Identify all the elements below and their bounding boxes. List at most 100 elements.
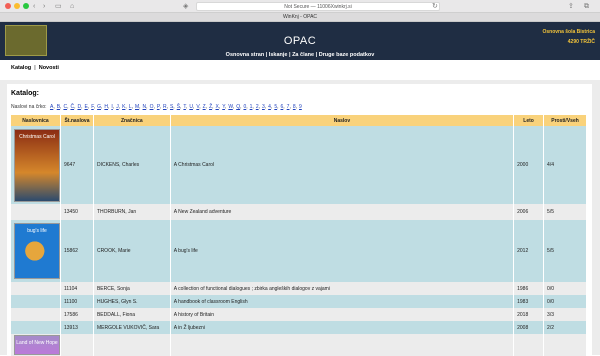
alphabet-link[interactable]: F [91, 104, 94, 110]
reload-icon[interactable]: ↻ [432, 2, 438, 11]
school-place: 4290 TRŽIČ [567, 39, 595, 45]
alphabet-link[interactable]: I [111, 104, 112, 110]
alphabet-link[interactable]: Č [70, 104, 74, 110]
book-cover-text: Christmas Carol [19, 133, 55, 140]
alphabet-link[interactable]: Ž [209, 104, 212, 110]
col-year[interactable]: Leto [513, 115, 545, 126]
alphabet-link[interactable]: Š [177, 104, 180, 110]
table-row[interactable]: Christmas Carol 9647 DICKENS, Charles A Chr… [11, 126, 587, 204]
alphabet-link[interactable]: 7 [287, 104, 290, 110]
alphabet-link[interactable]: S [170, 104, 173, 110]
address-bar[interactable]: Not Secure — 11006Xwinkrj.si [196, 2, 440, 11]
alphabet-link[interactable]: 5 [274, 104, 277, 110]
alphabet-link[interactable]: J [116, 104, 119, 110]
book-title[interactable] [170, 334, 515, 356]
table-row[interactable]: 17586 BEDDALL, Fiona A history of Britain 2… [11, 308, 587, 321]
cover-cell[interactable]: bug's life [11, 220, 61, 282]
book-author: CROOK, Marie [93, 220, 171, 282]
cover-cell[interactable] [11, 321, 61, 334]
cover-cell[interactable] [11, 308, 61, 321]
book-cover-image[interactable]: Land of New Hope [14, 335, 60, 355]
alphabet-link[interactable]: B [57, 104, 60, 110]
table-row[interactable]: 13450 THORBURN, Jan A New Zealand adventur… [11, 204, 587, 220]
cover-cell[interactable]: Land of New Hope [11, 334, 61, 356]
book-cover-image[interactable]: Christmas Carol [14, 128, 60, 202]
book-title[interactable]: A New Zealand adventure [170, 204, 515, 220]
share-icon[interactable]: ⇪ [568, 2, 574, 11]
col-id[interactable]: Št.naslova [60, 115, 94, 126]
alphabet-link[interactable]: R [163, 104, 167, 110]
alphabet-link[interactable]: 9 [299, 104, 302, 110]
tabs-icon[interactable]: ⧉ [584, 2, 589, 11]
col-availability[interactable]: Prosti/Vseh [543, 115, 587, 126]
menu-item-home[interactable]: Osnovna stran [226, 52, 265, 58]
book-author: MERGOLE VUKOVIČ, Sara [93, 321, 171, 334]
alphabet-link[interactable]: V [196, 104, 199, 110]
book-title[interactable]: A handbook of classroom English [170, 295, 515, 308]
browser-tab[interactable]: WinKnj - OPAC [0, 13, 600, 22]
table-row[interactable]: 13913 MERGOLE VUKOVIČ, Sara A in Ž ljubezn… [11, 321, 587, 334]
col-cover[interactable]: Naslovnica [11, 115, 61, 126]
back-icon[interactable]: ‹ [33, 2, 35, 11]
alphabet-link[interactable]: G [97, 104, 101, 110]
alphabet-link[interactable]: L [129, 104, 132, 110]
cover-cell[interactable] [11, 295, 61, 308]
alphabet-link[interactable]: P [157, 104, 160, 110]
table-row[interactable]: Land of New Hope [11, 334, 587, 356]
alphabet-link[interactable]: X [216, 104, 219, 110]
cover-cell[interactable]: Christmas Carol [11, 126, 61, 204]
alphabet-link[interactable]: 3 [262, 104, 265, 110]
subnav-news[interactable]: Novosti [39, 65, 59, 71]
close-window-icon[interactable] [5, 3, 11, 9]
alphabet-link[interactable]: N [143, 104, 147, 110]
book-title[interactable]: A collection of functional dialogues ; z… [170, 282, 515, 295]
alphabet-link[interactable]: M [135, 104, 139, 110]
alphabet-link[interactable]: O [150, 104, 154, 110]
alphabet-link[interactable]: 1 [250, 104, 253, 110]
alphabet-link[interactable]: T [183, 104, 186, 110]
alphabet-link[interactable]: C [63, 104, 67, 110]
menu-item-databases[interactable]: Druge baze podatkov [319, 52, 375, 58]
alphabet-link[interactable]: Y [222, 104, 225, 110]
book-title[interactable]: A history of Britain [170, 308, 515, 321]
alphabet-link[interactable]: 2 [256, 104, 259, 110]
alphabet-link[interactable]: 0 [243, 104, 246, 110]
alphabet-link[interactable]: A [50, 104, 53, 110]
book-cover-image[interactable]: bug's life [14, 223, 60, 279]
alphabet-link[interactable]: Z [203, 104, 206, 110]
alphabet-link[interactable]: H [104, 104, 108, 110]
alphabet-link[interactable]: E [84, 104, 87, 110]
sidebar-icon[interactable]: ▭ [55, 2, 62, 11]
book-title[interactable]: A Christmas Carol [170, 126, 515, 204]
book-author: HUGHES, Glyn S. [93, 295, 171, 308]
menu-item-search[interactable]: Iskanje [269, 52, 288, 58]
col-title[interactable]: Naslov [170, 115, 515, 126]
page-title: OPAC [283, 35, 317, 47]
alphabet-link[interactable]: 6 [281, 104, 284, 110]
cover-cell[interactable] [11, 282, 61, 295]
book-title[interactable]: A in Ž ljubezni [170, 321, 515, 334]
col-author[interactable]: Značnica [93, 115, 171, 126]
alphabet-link[interactable]: 4 [268, 104, 271, 110]
alphabet-link[interactable]: D [77, 104, 81, 110]
catalog-panel: Katalog: Naslovi na črko: A, B, C, Č, D, E, F,… [7, 84, 592, 356]
alphabet-link[interactable]: Q [236, 104, 240, 110]
minimize-window-icon[interactable] [14, 3, 20, 9]
alphabet-link[interactable]: U [189, 104, 193, 110]
forward-icon[interactable]: › [43, 2, 45, 11]
book-title[interactable]: A bug's life [170, 220, 515, 282]
zoom-window-icon[interactable] [23, 3, 29, 9]
menu-item-members[interactable]: Za člane [292, 52, 314, 58]
book-author [93, 334, 171, 356]
alphabet-link[interactable]: K [122, 104, 125, 110]
table-row[interactable]: 11100 HUGHES, Glyn S. A handbook of classr… [11, 295, 587, 308]
subnav-catalog[interactable]: Katalog [11, 65, 31, 71]
alphabet-link[interactable]: 8 [293, 104, 296, 110]
table-row[interactable]: 11104 BERCE, Sonja A collection of functio… [11, 282, 587, 295]
cover-cell[interactable] [11, 204, 61, 220]
table-row[interactable]: bug's life 15862 CROOK, Marie A bug's life 2… [11, 220, 587, 282]
home-icon[interactable]: ⌂ [70, 2, 74, 11]
alphabet-link[interactable]: W [228, 104, 232, 110]
book-availability: 0/0 [543, 282, 587, 295]
tab-title: WinKnj - OPAC [282, 14, 318, 20]
